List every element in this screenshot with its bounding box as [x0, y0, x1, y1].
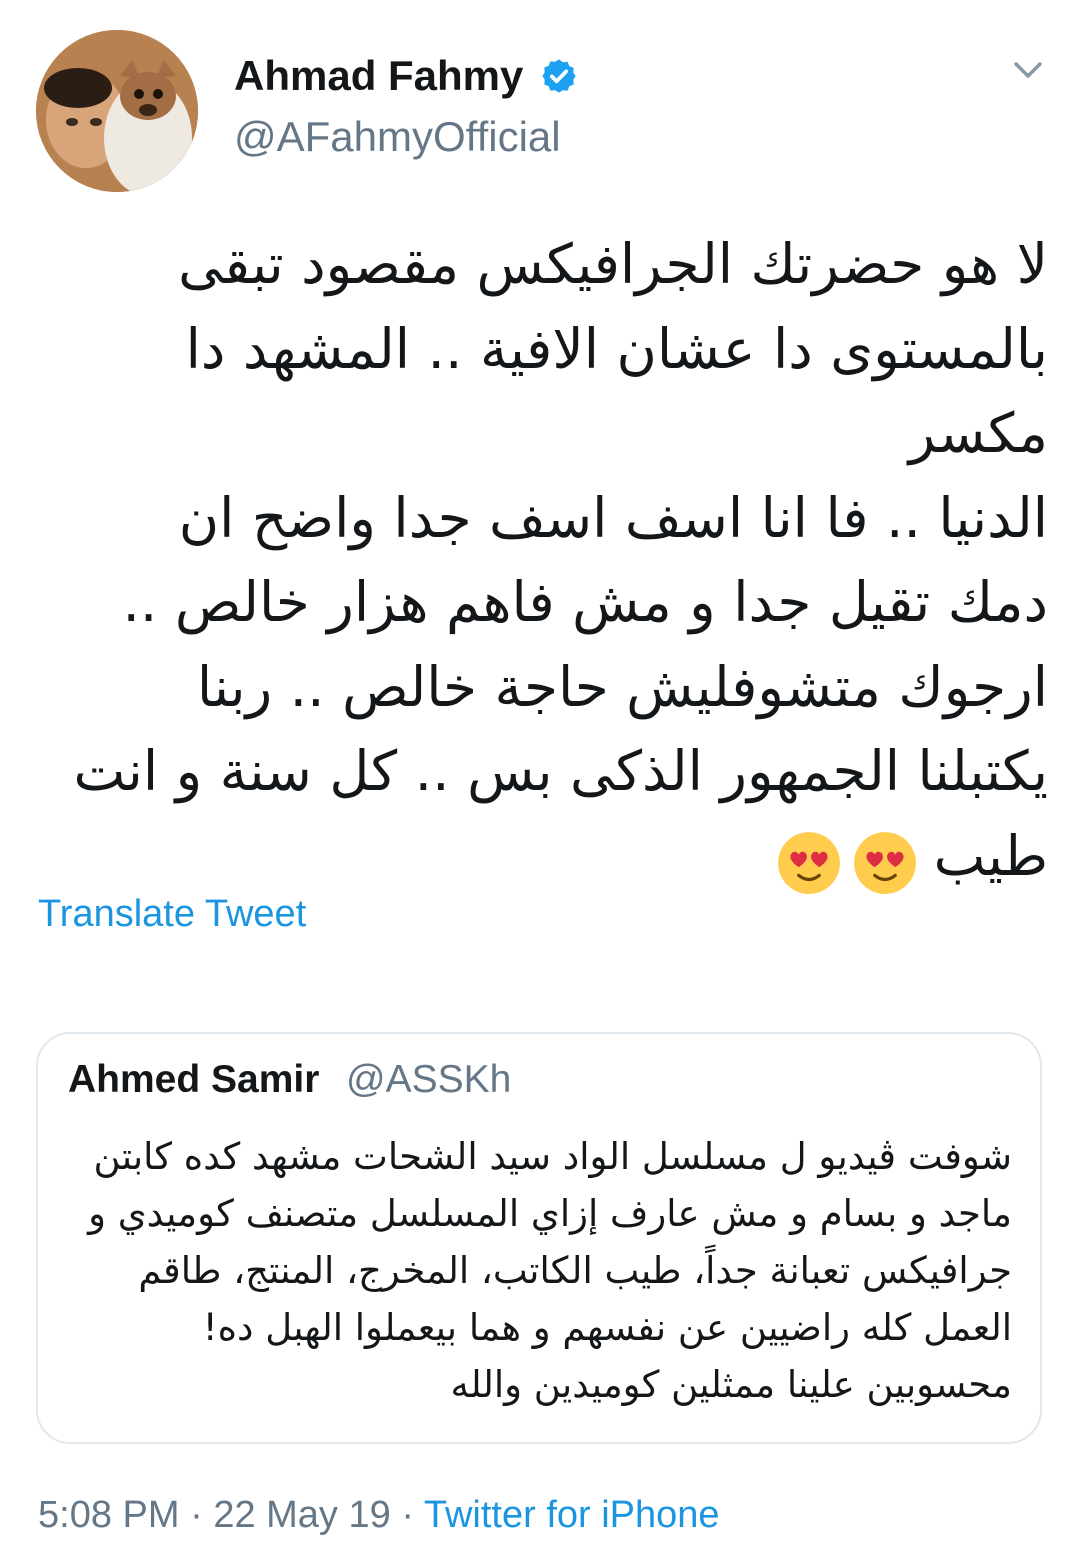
tweet-source-link[interactable]: Twitter for iPhone [424, 1494, 720, 1536]
heart-eyes-emoji-icon [853, 832, 916, 894]
translate-tweet-link[interactable]: Translate Tweet [38, 893, 306, 936]
author-display-name[interactable]: Ahmad Fahmy [234, 52, 523, 100]
author-handle[interactable]: @AFahmyOfficial [234, 113, 561, 161]
meta-separator: · [390, 1494, 424, 1536]
quoted-tweet-text: شوفت ڤيديو ل مسلسل الواد سيد الشحات مشهد… [88, 1135, 1012, 1406]
tweet-date: 22 May 19 [213, 1494, 391, 1536]
avatar-photo [36, 30, 198, 192]
meta-separator: · [179, 1494, 214, 1536]
heart-eyes-emoji-icon [777, 832, 840, 894]
tweet-detail: Ahmad Fahmy @AFahmyOfficial لا هو حضرتك … [0, 0, 1080, 1558]
tweet-metadata: 5:08 PM · 22 May 19 · Twitter for iPhone [38, 1494, 720, 1537]
tweet-time: 5:08 PM [38, 1494, 180, 1536]
avatar[interactable] [36, 30, 198, 192]
tweet-body: لا هو حضرتك الجرافيكس مقصود تبقى بالمستو… [73, 232, 1048, 888]
emoji-group [766, 817, 918, 902]
chevron-down-icon[interactable] [1010, 56, 1046, 84]
tweet-text: لا هو حضرتك الجرافيكس مقصود تبقى بالمستو… [30, 222, 1048, 902]
quoted-author-handle: @ASSKh [346, 1058, 512, 1101]
verified-badge-icon [542, 59, 576, 93]
quoted-author-name: Ahmed Samir [68, 1058, 320, 1101]
